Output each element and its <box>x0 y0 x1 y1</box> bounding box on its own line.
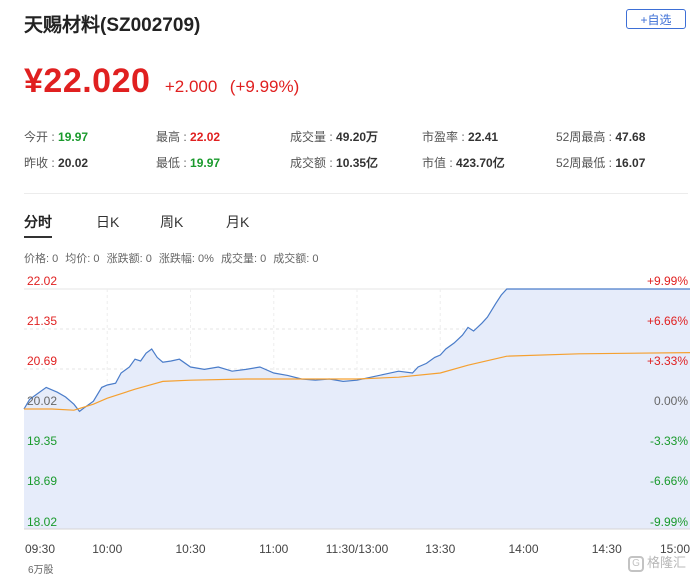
add-watchlist-button[interactable]: +自选 <box>626 9 686 29</box>
price-change: +2.000 <box>164 77 218 96</box>
stat-value: 19.97 <box>190 156 221 170</box>
divider <box>24 193 688 194</box>
stat-label: 最高 : <box>156 130 191 144</box>
x-axis-label: 11:30/13:00 <box>326 542 389 556</box>
info-avg: 均价: 0 <box>65 253 100 265</box>
x-axis-label: 10:30 <box>175 542 205 556</box>
stat-label: 最低 : <box>156 156 191 170</box>
tab-weekly-k[interactable]: 周K <box>160 212 183 232</box>
watermark-logo-icon: G <box>627 556 644 572</box>
stat-item: 成交量 : 49.20万 <box>290 128 378 145</box>
y-axis-label-left: 22.02 <box>27 274 57 288</box>
tab-intraday[interactable]: 分时 <box>24 212 52 232</box>
x-axis-label: 14:30 <box>592 542 622 556</box>
y-axis-label-right: +3.33% <box>647 354 688 368</box>
info-price: 价格: 0 <box>24 253 59 265</box>
stats-row-2: 昨收 : 20.02 最低 : 19.97 成交额 : 10.35亿 市值 : 423… <box>24 154 684 180</box>
y-axis-label-right: -9.99% <box>650 515 688 529</box>
stat-value: 20.02 <box>58 156 89 170</box>
y-axis-label-right: +6.66% <box>647 314 688 328</box>
stat-value: 10.35亿 <box>336 156 379 170</box>
stat-item: 市盈率 : 22.41 <box>422 128 498 145</box>
watermark: G 格隆汇 <box>627 552 686 572</box>
x-axis-label: 11:00 <box>259 542 288 556</box>
y-axis-label-left: 20.02 <box>27 394 57 408</box>
info-change-pct: 涨跌幅: 0% <box>158 253 214 265</box>
stat-value: 19.97 <box>58 130 89 144</box>
stat-item: 成交额 : 10.35亿 <box>290 154 378 171</box>
stat-label: 成交额 : <box>290 156 337 170</box>
stat-value: 47.68 <box>615 130 646 144</box>
stat-item: 最低 : 19.97 <box>156 154 220 171</box>
y-axis-label-left: 18.02 <box>27 515 57 529</box>
stat-label: 52周最高 : <box>556 130 616 144</box>
stat-value: 49.20万 <box>336 130 379 144</box>
stat-label: 昨收 : <box>24 156 59 170</box>
y-axis-label-right: 0.00% <box>654 394 688 408</box>
crosshair-info: 价格: 0 均价: 0 涨跌额: 0 涨跌幅: 0% 成交量: 0 成交额: 0 <box>24 250 323 266</box>
stat-label: 市值 : <box>422 156 457 170</box>
info-turnover: 成交额: 0 <box>273 253 319 265</box>
watermark-text: 格隆汇 <box>646 555 686 571</box>
stat-label: 成交量 : <box>290 130 337 144</box>
stock-title: 天赐材料(SZ002709) <box>24 15 201 36</box>
info-change: 涨跌额: 0 <box>106 253 152 265</box>
y-axis-label-right: -3.33% <box>650 434 688 448</box>
tab-monthly-k[interactable]: 月K <box>226 212 249 232</box>
stats-panel: 今开 : 19.97 最高 : 22.02 成交量 : 49.20万 市盈率 : 22… <box>24 128 684 180</box>
x-axis-label: 10:00 <box>92 542 122 556</box>
stat-value: 16.07 <box>615 156 646 170</box>
stat-value: 22.02 <box>190 130 221 144</box>
info-volume: 成交量: 0 <box>220 253 267 265</box>
stat-value: 22.41 <box>468 130 499 144</box>
y-axis-label-left: 19.35 <box>27 434 57 448</box>
stat-label: 今开 : <box>24 130 59 144</box>
y-axis-label-left: 18.69 <box>27 474 57 488</box>
volume-unit-label: 6万股 <box>28 565 54 576</box>
y-axis-label-left: 20.69 <box>27 354 57 368</box>
stats-row-1: 今开 : 19.97 最高 : 22.02 成交量 : 49.20万 市盈率 : 22… <box>24 128 684 154</box>
active-tab-indicator <box>24 236 52 238</box>
stat-label: 52周最低 : <box>556 156 616 170</box>
x-axis-label: 14:00 <box>508 542 538 556</box>
x-axis-label: 13:30 <box>425 542 455 556</box>
y-axis-label-right: -6.66% <box>650 474 688 488</box>
stat-item: 市值 : 423.70亿 <box>422 154 505 171</box>
stat-item: 52周最高 : 47.68 <box>556 128 645 145</box>
stat-item: 昨收 : 20.02 <box>24 154 88 171</box>
stat-label: 市盈率 : <box>422 130 469 144</box>
y-axis-label-left: 21.35 <box>27 314 57 328</box>
intraday-chart[interactable]: 22.02 +9.99% 21.35 +6.66% 20.69 +3.33% 20.02 0.… <box>0 270 694 562</box>
x-axis-label: 09:30 <box>25 542 55 556</box>
stat-value: 423.70亿 <box>456 156 505 170</box>
y-axis-label-right: +9.99% <box>647 274 688 288</box>
stat-item: 今开 : 19.97 <box>24 128 88 145</box>
current-price: ¥22.020 <box>24 62 151 100</box>
price-row: ¥22.020 +2.000 (+9.99%) <box>24 62 299 101</box>
tab-daily-k[interactable]: 日K <box>96 212 119 232</box>
stat-item: 最高 : 22.02 <box>156 128 220 145</box>
stat-item: 52周最低 : 16.07 <box>556 154 645 171</box>
price-change-pct: (+9.99%) <box>229 77 300 96</box>
